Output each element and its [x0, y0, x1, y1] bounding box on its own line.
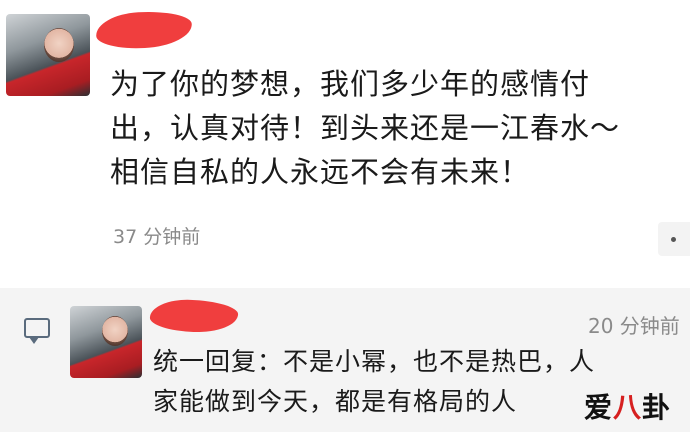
redacted-commenter-name [149, 298, 239, 334]
watermark-part: 卦 [642, 391, 672, 424]
watermark-part: 爱 [584, 391, 614, 424]
comment-timestamp: 20 分钟前 [588, 314, 680, 338]
post-line: 相信自私的人永远不会有未来！ [110, 155, 531, 189]
poster-avatar[interactable] [6, 14, 90, 96]
redacted-username [95, 9, 193, 51]
post-line: 为了你的梦想，我们多少年的感情付 [110, 67, 591, 101]
comment-bubble-icon [24, 318, 50, 344]
ellipsis-icon [671, 237, 676, 242]
comment-line: 统一回复：不是小幂，也不是热巴，人 [153, 347, 596, 376]
more-button[interactable] [658, 222, 690, 256]
post-line: 出，认真对待！到头来还是一江春水～ [110, 111, 621, 145]
moment-post: 为了你的梦想，我们多少年的感情付 出，认真对待！到头来还是一江春水～ 相信自私的… [0, 0, 690, 270]
watermark-part: 八 [613, 391, 643, 424]
commenter-avatar[interactable] [70, 306, 142, 378]
post-text: 为了你的梦想，我们多少年的感情付 出，认真对待！到头来还是一江春水～ 相信自私的… [110, 62, 690, 194]
post-timestamp: 37 分钟前 [113, 226, 201, 248]
avatar-face [44, 28, 74, 62]
watermark-logo: 爱八卦 [584, 386, 671, 426]
avatar-face [102, 316, 128, 346]
